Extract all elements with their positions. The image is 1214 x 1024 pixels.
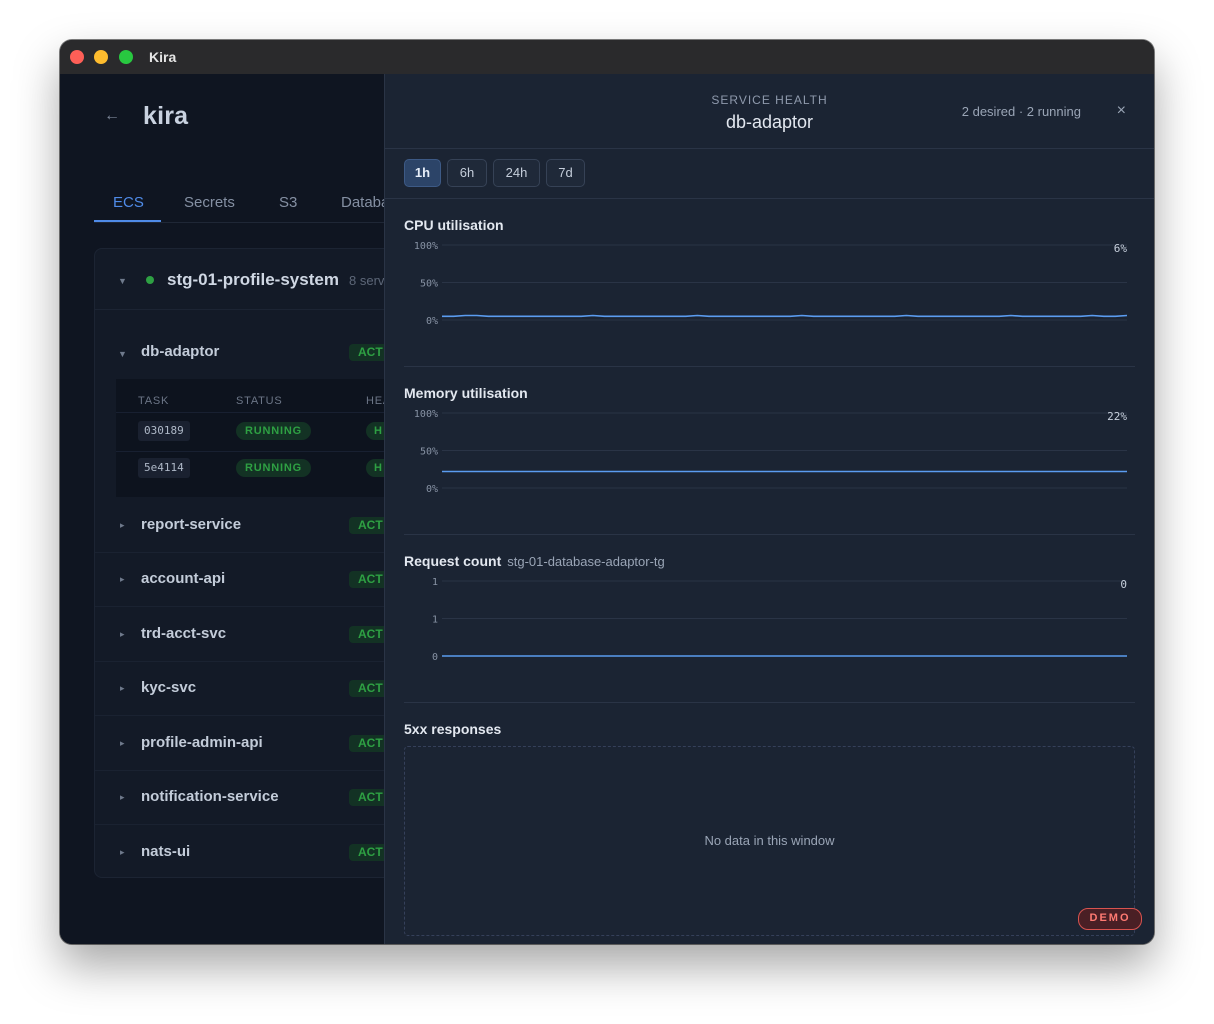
y-tick-label: 1 [432,577,438,588]
window-title: Kira [149,49,177,65]
time-range-selector: 1h 6h 24h 7d [385,149,1154,199]
chevron-right-icon[interactable]: ▸ [120,683,125,694]
service-name: trd-acct-svc [141,625,227,642]
environment-name: stg-01-profile-system [167,270,339,289]
service-row-notification-service[interactable]: ▸ notification-service ACT [95,770,415,825]
active-tab-indicator [94,220,161,222]
minimize-window-button[interactable] [94,50,108,64]
chevron-right-icon[interactable]: ▸ [120,574,125,585]
series-line [442,314,1128,318]
cpu-chart-section: CPU utilisation 100% 50% 0% 6% [404,199,1135,367]
environment-panel: ▼ stg-01-profile-system 8 serv ▼ db-adap… [94,248,416,878]
errors-chart-section: 5xx responses No data in this window [404,703,1135,943]
service-name: nats-ui [141,843,191,860]
task-status-badge: RUNNING [236,422,311,440]
tab-secrets[interactable]: Secrets [184,194,235,211]
divider [116,412,415,413]
tab-bar: ECS Secrets S3 Databa [94,190,389,223]
zoom-window-button[interactable] [119,50,133,64]
service-row-profile-admin-api[interactable]: ▸ profile-admin-api ACT [95,715,415,771]
task-status-badge: RUNNING [236,459,311,477]
close-window-button[interactable] [70,50,84,64]
main-panel: ← kira ECS Secrets S3 Databa ▼ stg-01-pr… [60,74,416,944]
memory-chart-section: Memory utilisation 100% 50% 0% 22% [404,367,1135,535]
chevron-down-icon[interactable]: ▼ [118,349,127,359]
column-header-status: STATUS [236,395,283,407]
service-row-nats-ui[interactable]: ▸ nats-ui ACT [95,824,415,877]
tasks-table: TASK STATUS HEA 030189 RUNNING H 5e4114 … [116,379,415,497]
chevron-right-icon[interactable]: ▸ [120,738,125,749]
drawer-header: SERVICE HEALTH db-adaptor 2 desired · 2 … [385,74,1154,149]
request-count-chart: 1 1 0 0 [432,577,1127,663]
service-name: account-api [141,570,226,587]
chevron-down-icon[interactable]: ▼ [118,276,127,286]
y-tick-label: 0% [426,316,438,327]
y-tick-label: 50% [420,279,438,290]
task-count-summary: 2 desired · 2 running [961,104,1081,119]
tab-s3[interactable]: S3 [279,194,297,211]
chart-title: Memory utilisation [404,385,528,401]
back-arrow-icon[interactable]: ← [104,107,120,125]
latest-value-label: 6% [1114,242,1128,255]
environment-header[interactable]: ▼ stg-01-profile-system 8 serv [95,249,415,310]
y-tick-label: 0 [432,652,438,663]
task-id[interactable]: 030189 [138,421,190,441]
service-health-drawer: SERVICE HEALTH db-adaptor 2 desired · 2 … [384,74,1154,944]
column-header-task: TASK [138,395,170,407]
empty-state-message: No data in this window [704,833,835,848]
service-name: kyc-svc [141,679,197,696]
demo-badge: DEMO [1078,908,1142,930]
latest-value-label: 0 [1120,578,1127,591]
service-row-trd-acct-svc[interactable]: ▸ trd-acct-svc ACT [95,606,415,662]
page-title: kira [143,102,189,130]
y-tick-label: 0% [426,484,438,495]
chevron-right-icon[interactable]: ▸ [120,847,125,858]
empty-chart-placeholder: No data in this window [404,746,1135,936]
y-tick-label: 100% [414,241,438,252]
chart-title: 5xx responses [404,721,502,737]
service-name: db-adaptor [141,343,220,360]
memory-chart: 100% 50% 0% 22% [414,409,1127,495]
y-tick-label: 1 [432,615,438,626]
app-window: Kira ← kira ECS Secrets S3 Databa ▼ stg-… [60,40,1154,944]
chevron-right-icon[interactable]: ▸ [120,520,125,531]
service-row-db-adaptor[interactable]: ▼ db-adaptor ACT [95,310,415,378]
close-icon[interactable]: × [1117,102,1126,120]
service-row-kyc-svc[interactable]: ▸ kyc-svc ACT [95,661,415,716]
tab-databases[interactable]: Databa [341,194,389,211]
y-tick-label: 100% [414,409,438,420]
service-row-account-api[interactable]: ▸ account-api ACT [95,552,415,607]
chart-title-text: Request count [404,553,502,569]
chart-title: CPU utilisation [404,217,504,233]
divider [116,451,415,452]
title-bar: Kira [60,40,1154,75]
target-group-name: stg-01-database-adaptor-tg [507,554,665,569]
range-button-24h[interactable]: 24h [493,159,540,187]
service-name: report-service [141,516,242,533]
range-button-6h[interactable]: 6h [447,159,487,187]
service-row-report-service[interactable]: ▸ report-service ACT [95,497,415,553]
cpu-chart: 100% 50% 0% 6% [414,241,1128,327]
chevron-right-icon[interactable]: ▸ [120,792,125,803]
task-id[interactable]: 5e4114 [138,458,190,478]
range-button-7d[interactable]: 7d [546,159,585,187]
latest-value-label: 22% [1107,410,1127,423]
service-name: notification-service [141,788,279,805]
service-count: 8 serv [349,273,385,288]
range-button-1h[interactable]: 1h [404,159,441,187]
request-count-chart-section: Request count stg-01-database-adaptor-tg … [404,535,1135,703]
chart-title: Request count stg-01-database-adaptor-tg [404,553,665,569]
status-dot [146,276,154,284]
y-tick-label: 50% [420,447,438,458]
tab-ecs[interactable]: ECS [113,194,144,211]
service-name: profile-admin-api [141,734,263,751]
chevron-right-icon[interactable]: ▸ [120,629,125,640]
